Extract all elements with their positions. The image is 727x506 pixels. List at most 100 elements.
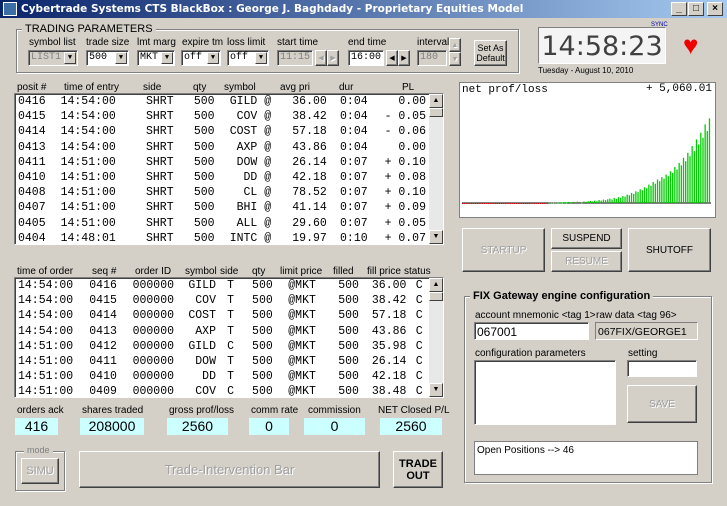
table-cell: AXP @ [236,140,272,154]
scroll-thumb[interactable] [429,292,443,301]
chart-bar [615,198,618,203]
table-row[interactable]: 14:51:00 0412 000000 GILD C 500 @MKT 500 35.98 C [15,339,429,354]
scroll-down-icon[interactable]: ▼ [429,383,443,397]
chart-bar [470,202,472,204]
start-time-field[interactable]: 11:15 [277,50,313,66]
chart-bar [574,202,576,204]
chart-bar [598,199,600,203]
chart-bar [674,167,676,203]
shutoff-button[interactable]: SHUTOFF [628,228,711,272]
table-cell: C [415,355,423,369]
chart-bar [464,202,466,204]
save-button[interactable]: SAVE [627,385,697,423]
set-as-default-button[interactable]: Set As Default [474,40,507,66]
table-cell: @MKT [288,370,316,384]
chart-bar [654,183,656,203]
end-time-right-button[interactable]: ▶ [398,50,410,66]
table-cell: 14:54:00 [60,95,116,109]
table-row[interactable]: 0410 14:51:00 SHRT 500 DD @ 42.18 0:07 + 0.08 [15,170,429,185]
table-cell: 500 [338,385,359,398]
maximize-button[interactable]: □ [688,2,704,16]
table-row[interactable]: 14:54:00 0413 000000 AXP T 500 @MKT 500 43.86 C [15,324,429,339]
orders-grid[interactable]: 14:54:00 0416 000000 GILD T 500 @MKT 500 36.00 C 1… [14,277,444,398]
table-row[interactable]: 14:54:00 0415 000000 COV T 500 @MKT 500 38.42 C [15,293,429,308]
setting-field[interactable] [627,360,697,377]
lmt-marg-select[interactable]: MKT ▼ [137,50,175,66]
table-row[interactable]: 14:51:00 0410 000000 DD T 500 @MKT 500 42.18 C [15,369,429,384]
interval-down-button[interactable]: ▼ [449,52,461,66]
table-row[interactable]: 0415 14:54:00 SHRT 500 COV @ 38.42 0:04 - 0.05 [15,109,429,124]
comm-rate-value: 0 [249,418,289,435]
table-cell: 000000 [132,385,175,398]
end-time-left-button[interactable]: ◀ [386,50,398,66]
table-cell: GILD [188,279,216,293]
positions-scrollbar[interactable]: ▲ ▼ [429,94,443,244]
minimize-button[interactable]: _ [671,2,687,16]
table-cell: 500 [193,125,215,139]
expire-tm-select[interactable]: off ▼ [181,50,221,66]
start-time-right-button[interactable]: ▶ [327,50,339,66]
table-cell: T [227,355,235,369]
table-row[interactable]: 0416 14:54:00 SHRT 500 GILD @ 36.00 0:04 0.00 [15,94,429,109]
orders-scrollbar[interactable]: ▲ ▼ [429,278,443,397]
chart-bar [505,202,507,204]
table-cell: 500 [338,309,359,323]
table-row[interactable]: 14:54:00 0414 000000 COST T 500 @MKT 500 57.18 C [15,308,429,323]
end-time-field[interactable]: 16:00 [348,50,384,66]
chart-bar [507,202,509,204]
table-cell: C [415,294,423,308]
scroll-up-icon[interactable]: ▲ [429,278,443,292]
symbol-list-select[interactable]: LIST1 ▼ [28,50,78,66]
symbol-list-label: symbol list [29,37,76,48]
table-row[interactable]: 0407 14:51:00 SHRT 500 BHI @ 41.14 0:07 + 0.09 [15,200,429,215]
table-row[interactable]: 0414 14:54:00 SHRT 500 COST @ 57.18 0:04 - 0.06 [15,124,429,139]
resume-button[interactable]: RESUME [551,251,622,272]
scroll-thumb[interactable] [429,108,443,117]
chart-bar [472,202,475,204]
trade-size-select[interactable]: 500 ▼ [86,50,129,66]
chart-bar [698,144,700,203]
table-cell: 500 [338,355,359,369]
simu-button[interactable]: SIMU [21,458,59,484]
positions-grid[interactable]: 0416 14:54:00 SHRT 500 GILD @36.00 0:04 0.00 04… [14,93,444,245]
chart-bar [557,202,559,204]
trade-intervention-bar[interactable]: Trade-Intervention Bar [79,451,380,488]
suspend-button[interactable]: SUSPEND [551,228,622,249]
interval-field[interactable]: 180 [417,50,447,66]
clock-display: 14:58:23 [538,27,666,64]
table-row[interactable]: 0404 14:48:01 SHRT 500 INTC @ 19.97 0:10 + 0.07 [15,231,429,244]
table-cell: 14:54:00 [60,140,116,154]
table-row[interactable]: 14:51:00 0411 000000 DOW T 500 @MKT 500 26.14 C [15,354,429,369]
chart-bar [613,197,615,203]
orders-ack-value: 416 [15,418,58,435]
scroll-down-icon[interactable]: ▼ [429,230,443,244]
chart-bar [503,202,505,204]
table-cell: C [415,324,423,338]
table-row[interactable]: 0405 14:51:00 SHRT 500 ALL @ 29.60 0:07 + 0.05 [15,216,429,231]
positions-header-cell: side [143,82,162,93]
table-cell: 0412 [89,339,117,353]
table-cell: 500 [338,294,359,308]
orders-header-cell: qty [252,266,266,277]
table-cell: COV [195,385,216,398]
trade-out-button[interactable]: TRADE OUT [393,451,443,488]
table-row[interactable]: 0411 14:51:00 SHRT 500 DOW @ 26.14 0:07 + 0.10 [15,155,429,170]
commission-label: commission [308,405,361,416]
chart-bar [511,202,514,204]
account-mnemonic-field[interactable]: 067001 [474,322,589,340]
close-button[interactable]: × [707,2,723,16]
startup-button[interactable]: STARTUP [462,228,545,272]
raw-data-field[interactable]: 067FIX/GEORGE1 [595,322,698,340]
interval-up-button[interactable]: ▲ [449,38,461,52]
chart-bar [518,202,520,204]
table-row[interactable]: 0413 14:54:00 SHRT 500 AXP @ 43.86 0:04 0.00 [15,140,429,155]
chart-bar [704,124,706,203]
table-row[interactable]: 14:54:00 0416 000000 GILD T 500 @MKT 500 36.00 C [15,278,429,293]
loss-limit-select[interactable]: off ▼ [227,50,269,66]
start-time-left-button[interactable]: ◀ [315,50,327,66]
table-row[interactable]: 0408 14:51:00 SHRT 500 CL @ 78.52 0:07 + 0.10 [15,185,429,200]
scroll-up-icon[interactable]: ▲ [429,94,443,108]
config-params-list[interactable] [474,360,616,425]
chart-bar [628,195,631,203]
table-row[interactable]: 14:51:00 0409 000000 COV C 500 @MKT 500 38.48 C [15,384,429,398]
